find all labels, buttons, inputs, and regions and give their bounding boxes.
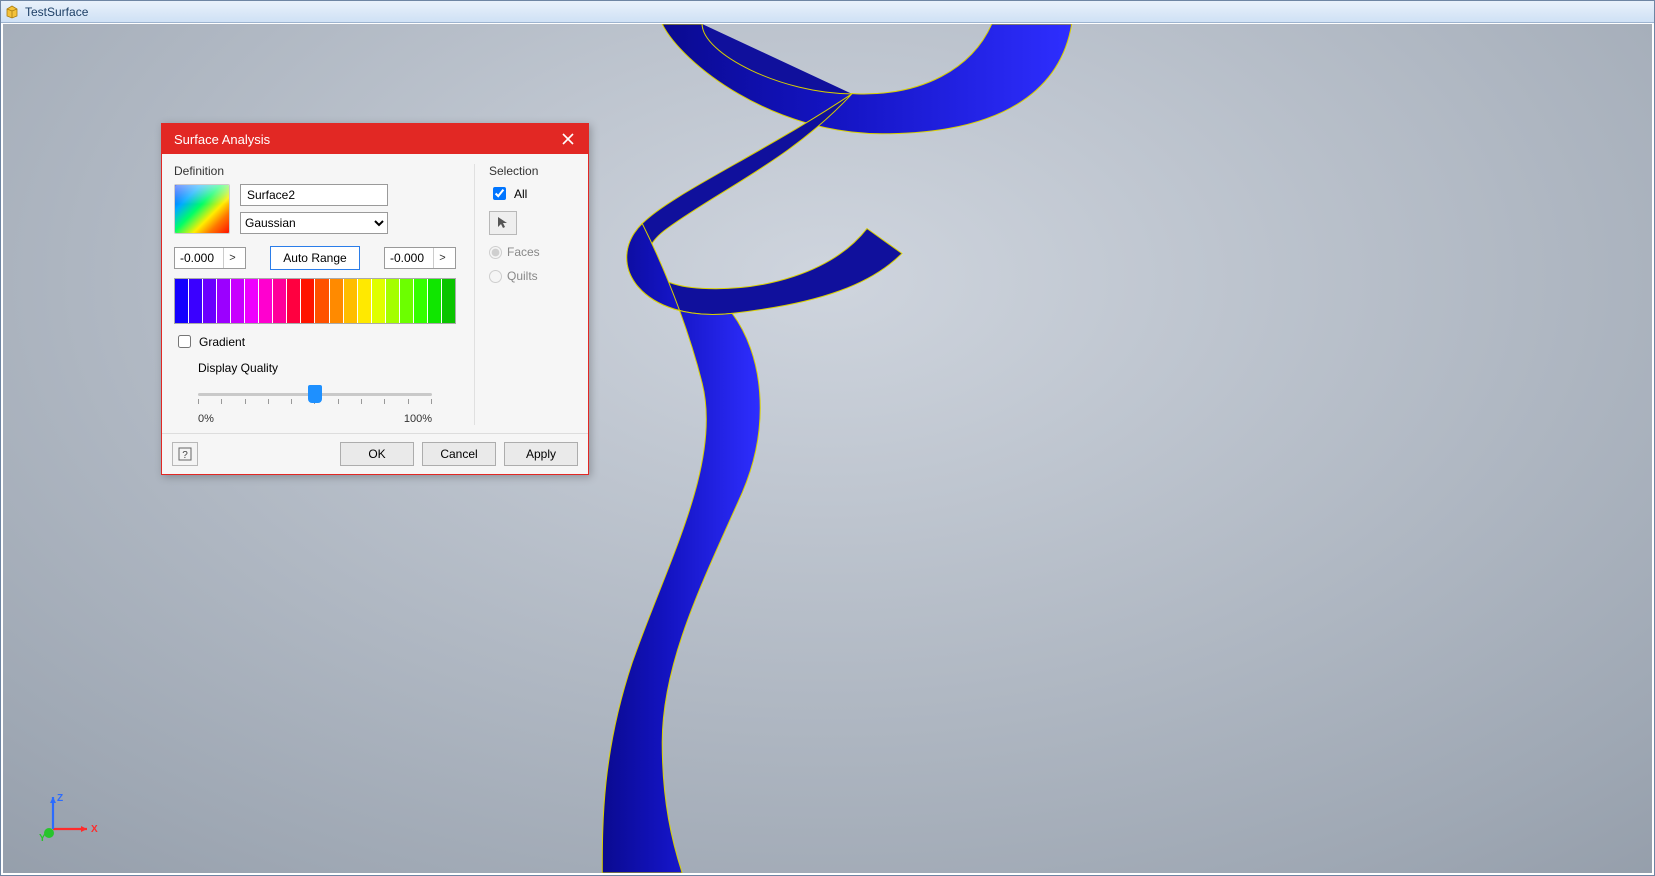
auto-range-button[interactable]: Auto Range	[270, 246, 359, 270]
selection-heading: Selection	[489, 164, 576, 178]
color-swatch[interactable]	[175, 279, 189, 323]
color-swatch[interactable]	[273, 279, 287, 323]
color-swatch[interactable]	[231, 279, 245, 323]
color-swatch[interactable]	[189, 279, 203, 323]
range-min-spinner[interactable]: >	[174, 247, 246, 269]
gradient-checkbox-row[interactable]: Gradient	[174, 332, 456, 351]
select-all-row[interactable]: All	[489, 184, 576, 203]
quilts-radio[interactable]	[489, 270, 502, 283]
color-swatch[interactable]	[400, 279, 414, 323]
color-swatch[interactable]	[372, 279, 386, 323]
gradient-checkbox[interactable]	[178, 335, 191, 348]
display-quality-label: Display Quality	[198, 361, 456, 375]
quality-min-label: 0%	[198, 413, 214, 425]
color-swatch[interactable]	[414, 279, 428, 323]
axis-y-label: Y	[39, 833, 46, 843]
color-swatch[interactable]	[315, 279, 329, 323]
color-swatch[interactable]	[428, 279, 442, 323]
cancel-button[interactable]: Cancel	[422, 442, 496, 466]
ok-button[interactable]: OK	[340, 442, 414, 466]
faces-label: Faces	[507, 245, 540, 259]
app-icon	[5, 5, 19, 19]
help-icon: ?	[178, 447, 192, 461]
range-max-input[interactable]	[385, 250, 433, 266]
range-min-input[interactable]	[175, 250, 223, 266]
range-max-spinner[interactable]: >	[384, 247, 456, 269]
surface-analysis-dialog: Surface Analysis Definition Gaussian	[161, 123, 589, 475]
app-title: TestSurface	[25, 5, 88, 19]
color-swatch[interactable]	[245, 279, 259, 323]
range-min-increment[interactable]: >	[223, 248, 241, 268]
dialog-titlebar[interactable]: Surface Analysis	[162, 124, 588, 154]
color-swatch[interactable]	[386, 279, 400, 323]
faces-radio[interactable]	[489, 246, 502, 259]
display-quality-slider[interactable]	[198, 385, 432, 411]
axis-gizmo[interactable]: X Z Y	[39, 793, 99, 843]
analysis-preview-thumb	[174, 184, 230, 234]
axis-x-label: X	[91, 824, 98, 835]
quality-max-label: 100%	[404, 413, 432, 425]
slider-thumb[interactable]	[308, 385, 322, 403]
definition-heading: Definition	[174, 164, 456, 178]
close-icon	[562, 133, 574, 145]
dialog-title: Surface Analysis	[174, 132, 270, 147]
color-scale-bar[interactable]	[174, 278, 456, 324]
close-button[interactable]	[554, 128, 582, 150]
svg-text:?: ?	[182, 450, 188, 461]
apply-button[interactable]: Apply	[504, 442, 578, 466]
range-max-increment[interactable]: >	[433, 248, 451, 268]
quilts-label: Quilts	[507, 269, 538, 283]
color-swatch[interactable]	[217, 279, 231, 323]
app-window: TestSurface X Z Y	[0, 0, 1655, 876]
color-swatch[interactable]	[330, 279, 344, 323]
pick-tool-button[interactable]	[489, 211, 517, 235]
color-swatch[interactable]	[301, 279, 315, 323]
color-swatch[interactable]	[259, 279, 273, 323]
color-swatch[interactable]	[358, 279, 372, 323]
select-all-checkbox[interactable]	[493, 187, 506, 200]
analysis-type-select[interactable]: Gaussian	[240, 212, 388, 234]
color-swatch[interactable]	[287, 279, 301, 323]
cursor-icon	[496, 216, 510, 230]
faces-radio-row[interactable]: Faces	[489, 245, 576, 259]
select-all-label: All	[514, 187, 527, 201]
gradient-label: Gradient	[199, 335, 245, 349]
color-swatch[interactable]	[203, 279, 217, 323]
axis-z-label: Z	[57, 793, 63, 804]
app-titlebar: TestSurface	[1, 1, 1654, 23]
quilts-radio-row[interactable]: Quilts	[489, 269, 576, 283]
color-swatch[interactable]	[344, 279, 358, 323]
help-button[interactable]: ?	[172, 442, 198, 466]
color-swatch[interactable]	[442, 279, 455, 323]
surface-name-input[interactable]	[240, 184, 388, 206]
